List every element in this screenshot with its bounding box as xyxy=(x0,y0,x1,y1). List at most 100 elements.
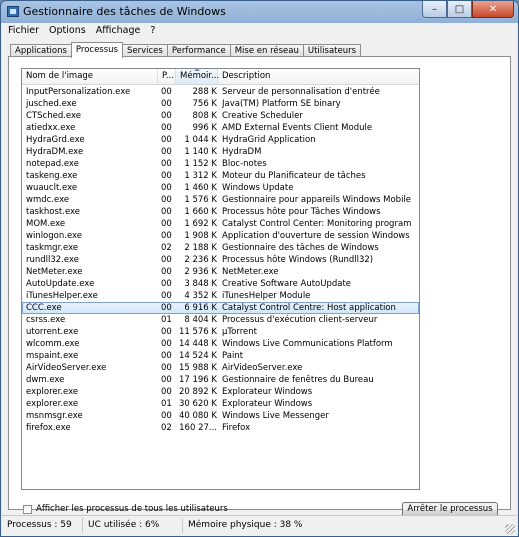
process-row[interactable]: taskeng.exe 00 1 312 K Moteur du Planificat… xyxy=(22,170,419,182)
column-header-memory[interactable]: Mémoir... xyxy=(176,69,219,84)
process-session: 00 xyxy=(161,159,172,169)
process-session: 00 xyxy=(161,339,172,349)
process-memory: 1 908 K xyxy=(184,231,217,241)
process-description: HydraDM xyxy=(222,147,262,157)
process-description: Explorateur Windows xyxy=(222,387,313,397)
process-name: msnmsgr.exe xyxy=(26,411,83,421)
process-list[interactable]: Nom de l'image P... Mémoir... Descriptio… xyxy=(21,68,420,490)
process-row[interactable]: AirVideoServer.exe 00 15 988 K AirVideoServ… xyxy=(22,362,419,374)
process-memory: 808 K xyxy=(192,111,218,121)
process-session: 00 xyxy=(161,207,172,217)
process-session: 00 xyxy=(161,183,172,193)
process-name: AirVideoServer.exe xyxy=(26,363,107,373)
process-session: 00 xyxy=(161,291,172,301)
process-name: notepad.exe xyxy=(26,159,79,169)
process-description: Gestionnaire de fenêtres du Bureau xyxy=(222,375,374,385)
column-header-name[interactable]: Nom de l'image xyxy=(22,69,158,84)
menu-options[interactable]: Options xyxy=(49,25,86,36)
process-session: 00 xyxy=(161,171,172,181)
process-name: wuauclt.exe xyxy=(26,183,78,193)
process-name: taskeng.exe xyxy=(26,171,78,181)
process-name: iTunesHelper.exe xyxy=(26,291,98,301)
process-memory: 2 188 K xyxy=(184,243,217,253)
resize-grip-icon[interactable] xyxy=(505,524,515,534)
process-name: HydraGrd.exe xyxy=(26,135,85,145)
process-row[interactable]: dwm.exe 00 17 196 K Gestionnaire de fenêtre… xyxy=(22,374,419,386)
process-row[interactable]: NetMeter.exe 00 2 936 K NetMeter.exe xyxy=(22,266,419,278)
process-name: taskmgr.exe xyxy=(26,243,79,253)
process-session: 02 xyxy=(161,243,172,253)
process-session: 00 xyxy=(161,327,172,337)
process-row[interactable]: msnmsgr.exe 00 40 080 K Windows Live Messen… xyxy=(22,410,419,422)
process-row[interactable]: mspaint.exe 00 14 524 K Paint xyxy=(22,350,419,362)
tab-processus[interactable]: Processus xyxy=(70,42,123,58)
process-memory: 996 K xyxy=(192,123,218,133)
process-memory: 6 916 K xyxy=(184,303,217,313)
process-description: AirVideoServer.exe xyxy=(222,363,303,373)
process-session: 00 xyxy=(161,363,172,373)
show-all-users-option[interactable]: Afficher les processus de tous les utili… xyxy=(23,504,228,514)
process-memory: 11 576 K xyxy=(178,327,217,337)
process-memory: 1 576 K xyxy=(184,195,217,205)
process-name: dwm.exe xyxy=(26,375,65,385)
column-header-description[interactable]: Description xyxy=(218,69,419,84)
process-description: Application d'ouverture de session Windo… xyxy=(222,231,410,241)
close-button[interactable]: ✕ xyxy=(472,1,514,18)
maximize-button[interactable]: □ xyxy=(447,1,472,18)
process-description: AMD External Events Client Module xyxy=(222,123,373,133)
process-row[interactable]: atiedxx.exe 00 996 K AMD External Events Cl… xyxy=(22,122,419,134)
process-description: Gestionnaire pour appareils Windows Mobi… xyxy=(222,195,412,205)
process-row[interactable]: HydraGrd.exe 00 1 044 K HydraGrid Applicati… xyxy=(22,134,419,146)
process-name: atiedxx.exe xyxy=(26,123,76,133)
menu-bar: Fichier Options Affichage ? xyxy=(2,23,517,38)
process-session: 01 xyxy=(161,315,172,325)
show-all-users-label: Afficher les processus de tous les utili… xyxy=(36,504,228,514)
process-description: iTunesHelper Module xyxy=(222,291,311,301)
process-session: 00 xyxy=(161,351,172,361)
process-description: Processus hôte pour Tâches Windows xyxy=(222,207,381,217)
process-memory: 4 352 K xyxy=(184,291,217,301)
minimize-button[interactable]: – xyxy=(422,1,447,18)
process-row[interactable]: InputPersonalization.exe 00 288 K Serveur d… xyxy=(22,86,419,98)
process-row[interactable]: taskhost.exe 00 1 660 K Processus hôte pour… xyxy=(22,206,419,218)
list-header: Nom de l'image P... Mémoir... Descriptio… xyxy=(22,69,419,85)
status-bar: Processus : 59 UC utilisée : 6% Mémoire … xyxy=(2,515,517,536)
process-row[interactable]: winlogon.exe 00 1 908 K Application d'ouver… xyxy=(22,230,419,242)
title-bar[interactable]: Gestionnaire des tâches de Windows – □ ✕ xyxy=(1,1,518,23)
process-session: 00 xyxy=(161,375,172,385)
menu-help[interactable]: ? xyxy=(150,25,155,36)
process-memory: 30 620 K xyxy=(178,399,217,409)
process-row[interactable]: firefox.exe 02 160 27... Firefox xyxy=(22,422,419,434)
menu-fichier[interactable]: Fichier xyxy=(8,25,39,36)
process-description: Gestionnaire des tâches de Windows xyxy=(222,243,379,253)
process-row[interactable]: taskmgr.exe 02 2 188 K Gestionnaire des tâc… xyxy=(22,242,419,254)
column-header-user[interactable]: P... xyxy=(158,69,176,84)
process-row[interactable]: HydraDM.exe 00 1 140 K HydraDM xyxy=(22,146,419,158)
process-session: 00 xyxy=(161,411,172,421)
menu-affichage[interactable]: Affichage xyxy=(96,25,141,36)
process-row[interactable]: CCC.exe 00 6 916 K Catalyst Control Centre:… xyxy=(22,302,419,314)
process-memory: 15 988 K xyxy=(178,363,217,373)
process-row[interactable]: utorrent.exe 00 11 576 K µTorrent xyxy=(22,326,419,338)
process-row[interactable]: explorer.exe 00 20 892 K Explorateur Window… xyxy=(22,386,419,398)
process-row[interactable]: rundll32.exe 00 2 236 K Processus hôte Wind… xyxy=(22,254,419,266)
process-row[interactable]: explorer.exe 01 30 620 K Explorateur Window… xyxy=(22,398,419,410)
process-session: 00 xyxy=(161,231,172,241)
process-row[interactable]: wmdc.exe 00 1 576 K Gestionnaire pour appar… xyxy=(22,194,419,206)
process-memory: 1 660 K xyxy=(184,207,217,217)
process-row[interactable]: iTunesHelper.exe 00 4 352 K iTunesHelper Mo… xyxy=(22,290,419,302)
process-row[interactable]: AutoUpdate.exe 00 3 848 K Creative Software… xyxy=(22,278,419,290)
process-row[interactable]: wlcomm.exe 00 14 448 K Windows Live Communi… xyxy=(22,338,419,350)
sort-ascending-icon xyxy=(193,69,200,71)
process-description: Windows Live Messenger xyxy=(222,411,329,421)
show-all-users-checkbox[interactable] xyxy=(23,504,32,514)
process-row[interactable]: wuauclt.exe 00 1 460 K Windows Update xyxy=(22,182,419,194)
process-row[interactable]: csrss.exe 01 8 404 K Processus d'exécution … xyxy=(22,314,419,326)
process-row[interactable]: MOM.exe 00 1 692 K Catalyst Control Center:… xyxy=(22,218,419,230)
process-row[interactable]: notepad.exe 00 1 152 K Bloc-notes xyxy=(22,158,419,170)
process-row[interactable]: jusched.exe 00 756 K Java(TM) Platform SE b… xyxy=(22,98,419,110)
process-name: jusched.exe xyxy=(26,99,77,109)
process-row[interactable]: CTSched.exe 00 808 K Creative Scheduler xyxy=(22,110,419,122)
process-session: 00 xyxy=(161,135,172,145)
process-name: utorrent.exe xyxy=(26,327,79,337)
